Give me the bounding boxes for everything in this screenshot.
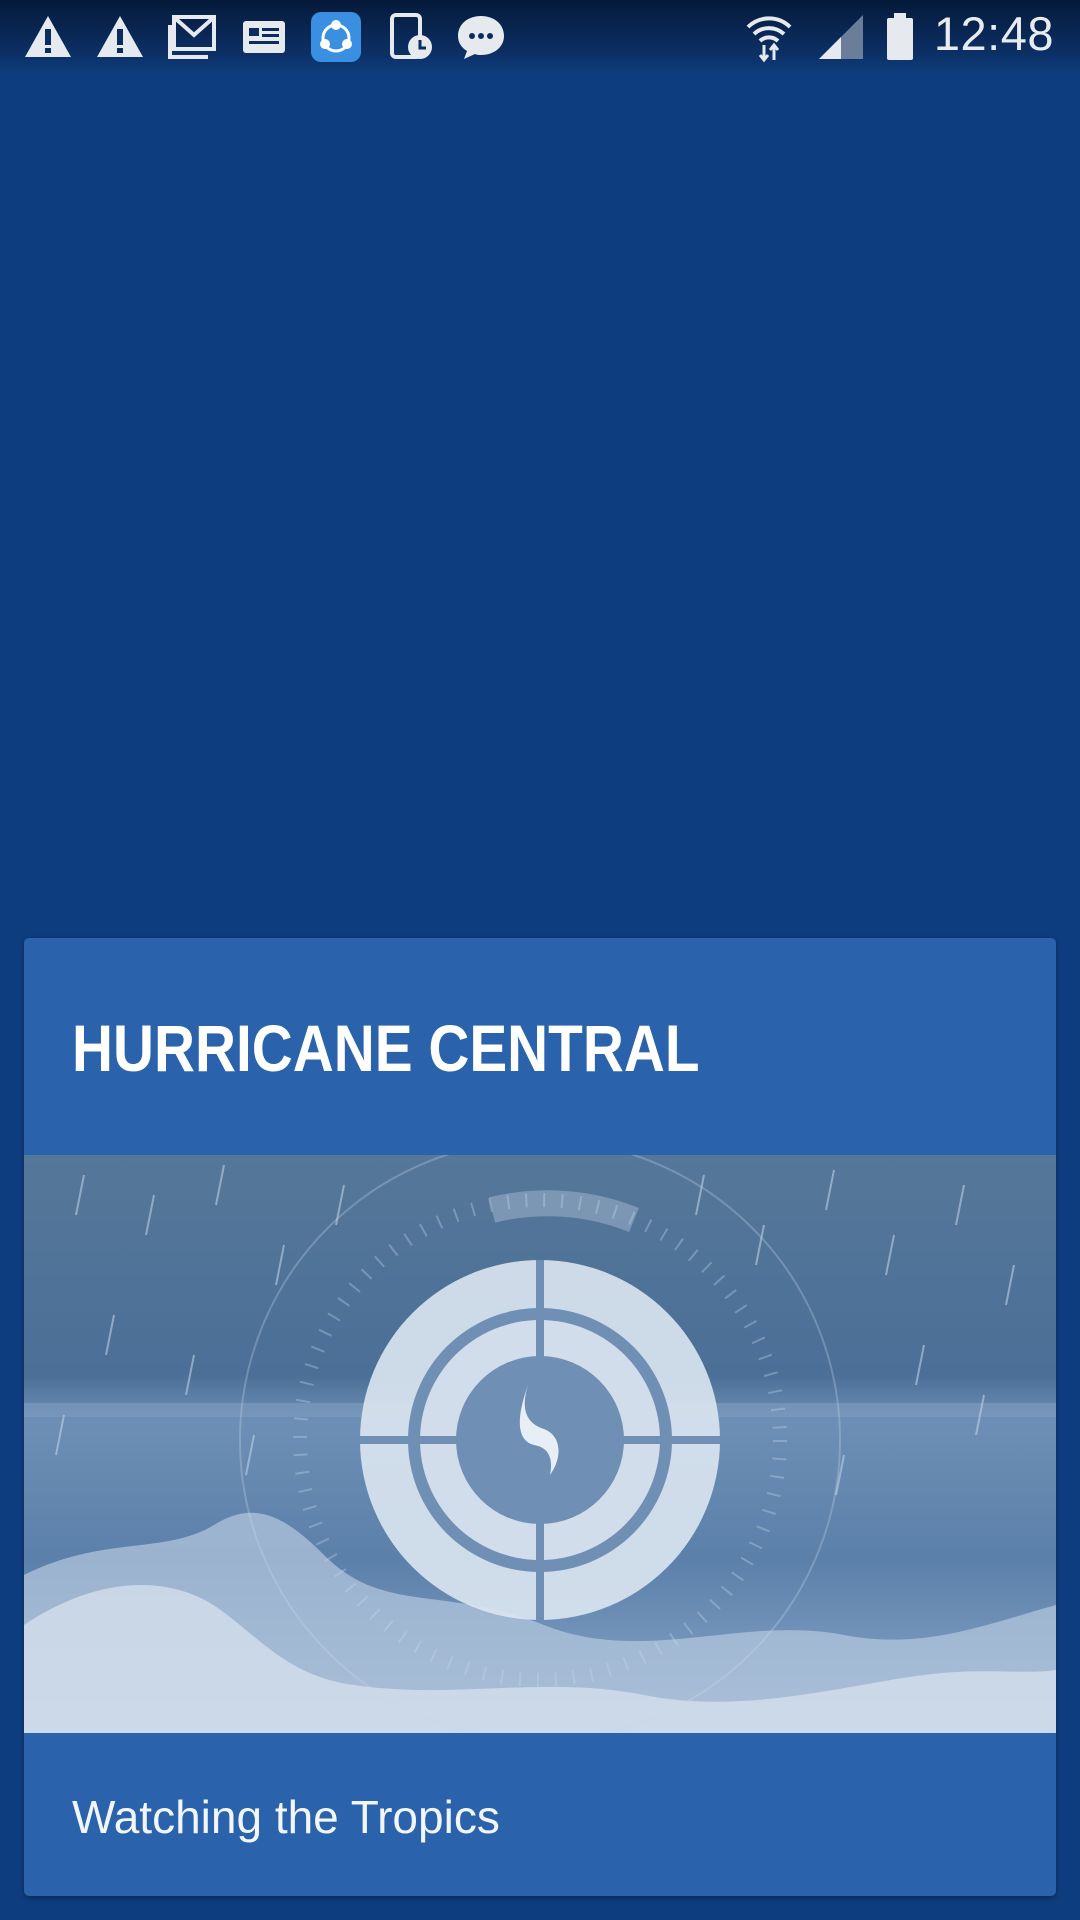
battery-icon — [874, 11, 926, 63]
clock: 12:48 — [933, 7, 1054, 60]
messaging-icon — [455, 11, 507, 63]
shareit-icon — [310, 11, 362, 63]
wifi-icon — [743, 11, 795, 63]
warning-icon — [94, 11, 146, 63]
news-icon — [238, 11, 290, 63]
device-clock-icon — [386, 11, 438, 63]
gmail-icon — [166, 11, 218, 63]
card-subtitle: Watching the Tropics — [72, 1791, 500, 1843]
status-bar: 12:48 — [0, 0, 1080, 75]
warning-icon — [22, 11, 74, 63]
card-title: HURRICANE CENTRAL — [72, 1011, 700, 1085]
signal-icon — [815, 11, 867, 63]
hurricane-banner-image — [24, 1155, 1056, 1733]
hurricane-central-card[interactable]: HURRICANE CENTRAL Watching the Tropics — [24, 938, 1056, 1896]
